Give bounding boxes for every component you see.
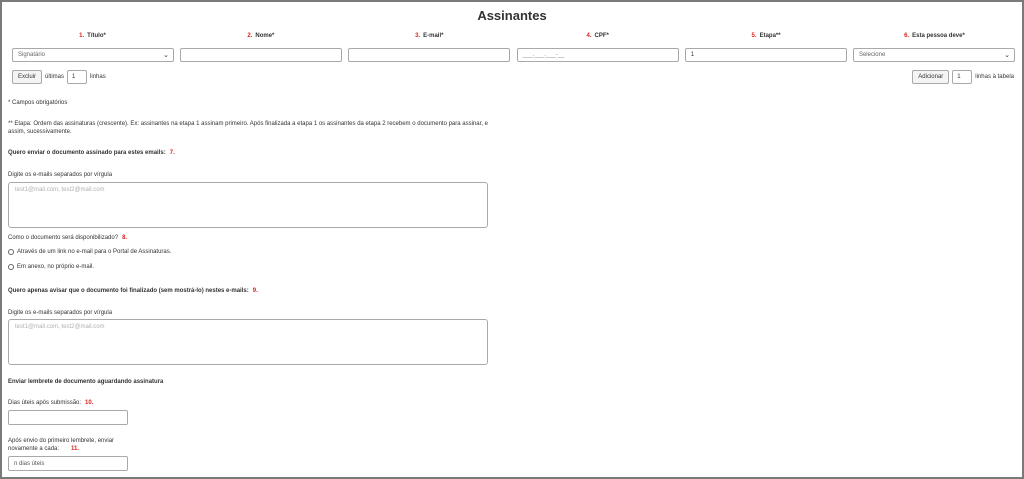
excluir-button[interactable]: Excluir: [12, 70, 43, 84]
page-frame: [0, 0, 1024, 479]
signer-row: Signatário ⌄ ___.___.___-__ 1 Selecione ⌄: [12, 48, 1015, 62]
excluir-count-input[interactable]: 1: [67, 70, 88, 84]
column-header-deve: 6. Esta pessoa deve*: [904, 33, 965, 39]
reminder-days-label: Dias úteis após submissão: 10.: [8, 400, 94, 406]
email-input[interactable]: [348, 48, 511, 62]
chevron-down-icon: ⌄: [163, 52, 169, 59]
ultimas-label: últimas: [45, 74, 65, 80]
availability-option-link[interactable]: Através de um link no e-mail para o Port…: [8, 249, 171, 255]
nome-input[interactable]: [180, 48, 343, 62]
add-controls: Adicionar 1 linhas à tabela: [912, 70, 1014, 84]
notify-only-emails-textarea[interactable]: test1@mail.com, test2@mail.com: [8, 319, 488, 365]
availability-question: Como o documento será disponibilizado? 8.: [8, 235, 128, 241]
chevron-down-icon: ⌄: [1004, 52, 1010, 59]
required-note: * Campos obrigatórios: [8, 100, 68, 106]
linhas-label: linhas: [90, 74, 106, 80]
notify-only-heading: Quero apenas avisar que o documento foi …: [8, 288, 258, 294]
cpf-input[interactable]: ___.___.___-__: [516, 48, 679, 62]
availability-option-attachment[interactable]: Em anexo, no próprio e-mail.: [8, 264, 94, 270]
linhas-tabela-label: linhas à tabela: [975, 74, 1014, 80]
radio-icon: [8, 249, 14, 255]
etapa-input[interactable]: 1: [684, 48, 847, 62]
column-header-etapa: 5. Etapa**: [751, 33, 781, 39]
column-header-email: 3. E-mail*: [415, 33, 444, 39]
column-header-titulo: 1. Título*: [79, 33, 106, 39]
column-header-cpf: 4. CPF*: [586, 33, 609, 39]
reminder-days-input[interactable]: [8, 410, 128, 425]
titulo-select[interactable]: Signatário ⌄: [12, 48, 174, 62]
reminder-repeat-label-line2: novamente a cada: 11.: [8, 446, 80, 452]
reminder-repeat-label-line1: Após envio do primeiro lembrete, enviar: [8, 438, 115, 444]
adicionar-count-input[interactable]: 1: [952, 70, 973, 84]
reminder-repeat-input[interactable]: n dias úteis: [8, 456, 128, 471]
section-title: Assinantes: [477, 8, 547, 23]
send-signed-heading: Quero enviar o documento assinado para e…: [8, 150, 175, 156]
reminder-heading: Enviar lembrete de documento aguardando …: [8, 379, 164, 385]
column-headers: 1. Título* 2. Nome* 3. E-mail* 4. CPF* 5. Eta…: [12, 33, 1015, 39]
etapa-note-line1: ** Etapa: Ordem das assinaturas (crescen…: [8, 121, 488, 127]
etapa-note-line2: assim, sucessivamente.: [8, 129, 72, 135]
radio-icon: [8, 264, 14, 270]
send-signed-hint: Digite os e-mails separados por vírgula: [8, 172, 113, 178]
deve-select[interactable]: Selecione ⌄: [852, 48, 1015, 62]
send-signed-emails-textarea[interactable]: test1@mail.com, test2@mail.com: [8, 182, 488, 228]
adicionar-button[interactable]: Adicionar: [912, 70, 950, 84]
delete-controls: Excluir últimas 1 linhas: [12, 70, 106, 84]
notify-only-hint: Digite os e-mails separados por vírgula: [8, 310, 113, 316]
column-header-nome: 2. Nome*: [247, 33, 275, 39]
